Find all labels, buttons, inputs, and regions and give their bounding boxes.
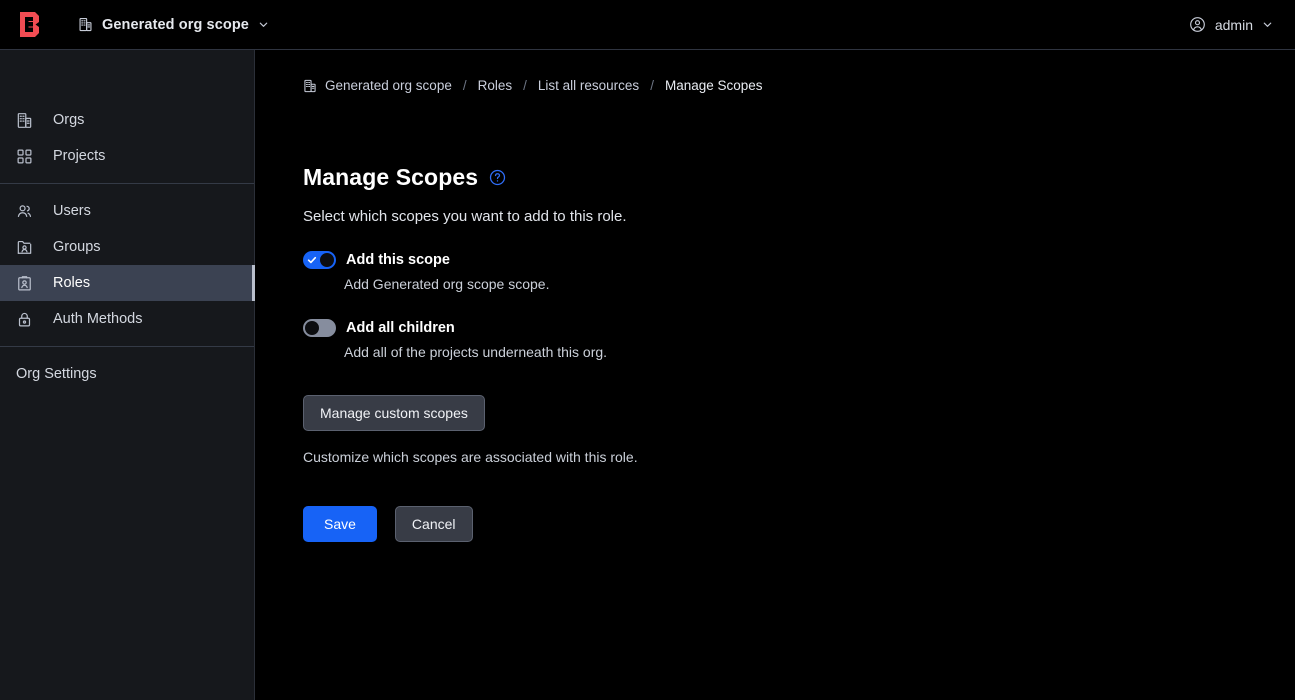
toggle-knob (320, 253, 334, 267)
breadcrumb-separator: / (523, 78, 527, 93)
custom-scopes-section: Manage custom scopes Customize which sco… (303, 395, 1295, 465)
sidebar-divider (0, 183, 254, 184)
manage-scopes-panel: Manage Scopes Select which scopes you wa… (303, 164, 1295, 542)
check-icon (307, 255, 317, 265)
scope-switcher-label: Generated org scope (102, 16, 249, 33)
sidebar-group-settings: Org Settings (0, 356, 254, 392)
sidebar-item-org-settings[interactable]: Org Settings (0, 356, 254, 392)
sidebar-item-label: Orgs (53, 111, 85, 128)
breadcrumb-separator: / (650, 78, 654, 93)
add-all-children-label: Add all children (346, 320, 455, 336)
sidebar-navigation: Orgs Projects Users Groups Roles Auth Me… (0, 50, 255, 700)
sidebar-group-scopes: Orgs Projects (0, 102, 254, 174)
top-navigation-bar: Generated org scope admin (0, 0, 1295, 50)
app-root: Generated org scope admin Orgs Projects … (0, 0, 1295, 700)
user-menu-label: admin (1214, 16, 1253, 33)
page-title-row: Manage Scopes (303, 164, 1295, 191)
form-actions: Save Cancel (303, 506, 1295, 542)
chevron-down-icon (1262, 19, 1273, 30)
add-this-scope-toggle[interactable] (303, 251, 336, 269)
toggle-row: Add this scope (303, 251, 1295, 269)
id-badge-icon (16, 275, 33, 292)
toggle-row: Add all children (303, 319, 1295, 337)
sidebar-item-label: Users (53, 202, 91, 219)
toggle-block-add-this-scope: Add this scope Add Generated org scope s… (303, 251, 1295, 292)
question-circle-icon[interactable] (489, 169, 506, 186)
sidebar-item-label: Groups (53, 238, 101, 255)
sidebar-item-orgs[interactable]: Orgs (0, 102, 254, 138)
org-icon (16, 112, 33, 129)
page-title: Manage Scopes (303, 164, 479, 190)
boundary-logo[interactable] (14, 10, 44, 40)
toggle-knob (305, 321, 319, 335)
groups-folder-icon (16, 239, 33, 256)
app-body: Orgs Projects Users Groups Roles Auth Me… (0, 50, 1295, 700)
add-all-children-help: Add all of the projects underneath this … (344, 344, 608, 360)
sidebar-item-label: Roles (53, 274, 91, 291)
main-content: Generated org scope / Roles / List all r… (255, 50, 1295, 700)
manage-custom-scopes-button[interactable]: Manage custom scopes (303, 395, 485, 431)
sidebar-item-users[interactable]: Users (0, 193, 254, 229)
breadcrumb-item-list-all-resources[interactable]: List all resources (538, 78, 639, 93)
user-circle-icon (1189, 16, 1206, 33)
breadcrumb-item-manage-scopes: Manage Scopes (664, 78, 763, 93)
add-all-children-toggle[interactable] (303, 319, 336, 337)
scope-switcher[interactable]: Generated org scope (72, 12, 275, 38)
sidebar-divider (0, 346, 254, 347)
breadcrumb-item-roles[interactable]: Roles (478, 78, 513, 93)
sidebar-item-label: Auth Methods (53, 310, 143, 327)
breadcrumb: Generated org scope / Roles / List all r… (303, 78, 763, 93)
grid-icon (16, 148, 33, 165)
sidebar-item-auth-methods[interactable]: Auth Methods (0, 301, 254, 337)
breadcrumb-separator: / (462, 78, 467, 93)
sidebar-item-roles[interactable]: Roles (0, 265, 255, 301)
chevron-down-icon (258, 19, 269, 30)
custom-scopes-help: Customize which scopes are associated wi… (303, 449, 638, 465)
sidebar-item-groups[interactable]: Groups (0, 229, 254, 265)
save-button[interactable]: Save (303, 506, 377, 542)
user-menu[interactable]: admin (1185, 11, 1277, 38)
breadcrumb-item-org[interactable]: Generated org scope (325, 78, 452, 93)
sidebar-item-label: Org Settings (16, 365, 97, 382)
lock-icon (16, 311, 33, 328)
org-icon (303, 79, 317, 93)
page-subtitle: Select which scopes you want to add to t… (303, 208, 627, 225)
sidebar-group-iam: Users Groups Roles Auth Methods (0, 193, 255, 337)
sidebar-item-projects[interactable]: Projects (0, 138, 254, 174)
add-this-scope-help: Add Generated org scope scope. (344, 276, 550, 292)
toggle-block-add-all-children: Add all children Add all of the projects… (303, 319, 1295, 360)
users-icon (16, 203, 33, 220)
sidebar-item-label: Projects (53, 147, 106, 164)
org-icon (78, 17, 93, 32)
cancel-button[interactable]: Cancel (394, 506, 473, 542)
add-this-scope-label: Add this scope (346, 252, 450, 268)
